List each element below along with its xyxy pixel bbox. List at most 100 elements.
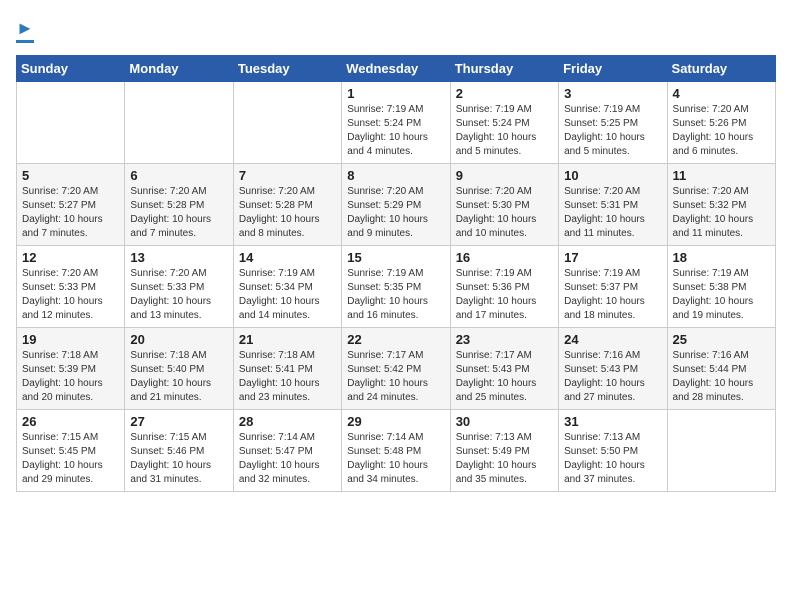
day-cell: 25Sunrise: 7:16 AMSunset: 5:44 PMDayligh… [667,328,775,410]
cell-text: Sunrise: 7:13 AMSunset: 5:50 PMDaylight:… [564,431,661,487]
day-number: 5 [22,168,119,183]
cell-text: Sunrise: 7:16 AMSunset: 5:43 PMDaylight:… [564,349,661,405]
day-cell: 17 Sunrise: 7:19 AMSunset: 5:37 PMDayligh… [559,246,667,328]
day-number: 13 [130,250,227,265]
cell-text: Sunrise: 7:19 AMSunset: 5:37 PMDaylight:… [564,267,661,323]
day-cell: 27Sunrise: 7:15 AMSunset: 5:46 PMDayligh… [125,410,233,492]
day-cell: 4 Sunrise: 7:20 AMSunset: 5:26 PMDaylight… [667,82,775,164]
day-number: 3 [564,86,661,101]
day-cell: 14 Sunrise: 7:19 AMSunset: 5:34 PMDayligh… [233,246,341,328]
day-cell: 6 Sunrise: 7:20 AMSunset: 5:28 PMDaylight… [125,164,233,246]
header: ► [16,16,776,43]
day-cell: 29 Sunrise: 7:14 AMSunset: 5:48 PMDayligh… [342,410,450,492]
day-number: 17 [564,250,661,265]
day-cell [125,82,233,164]
day-number: 6 [130,168,227,183]
cell-text: Sunrise: 7:13 AMSunset: 5:49 PMDaylight:… [456,431,553,487]
week-row-1: 1 Sunrise: 7:19 AMSunset: 5:24 PMDaylight… [17,82,776,164]
day-number: 18 [673,250,770,265]
week-row-5: 26 Sunrise: 7:15 AMSunset: 5:45 PMDayligh… [17,410,776,492]
day-number: 19 [22,332,119,347]
day-cell: 5 Sunrise: 7:20 AMSunset: 5:27 PMDaylight… [17,164,125,246]
day-number: 20 [130,332,227,347]
cell-text: Sunrise: 7:19 AMSunset: 5:24 PMDaylight:… [456,103,553,159]
day-cell: 31 Sunrise: 7:13 AMSunset: 5:50 PMDayligh… [559,410,667,492]
day-cell: 28Sunrise: 7:14 AMSunset: 5:47 PMDayligh… [233,410,341,492]
day-number: 28 [239,414,336,429]
day-cell: 3 Sunrise: 7:19 AMSunset: 5:25 PMDaylight… [559,82,667,164]
weekday-header-sunday: Sunday [17,56,125,82]
day-cell: 8 Sunrise: 7:20 AMSunset: 5:29 PMDaylight… [342,164,450,246]
week-row-3: 12Sunrise: 7:20 AMSunset: 5:33 PMDayligh… [17,246,776,328]
cell-text: Sunrise: 7:17 AMSunset: 5:43 PMDaylight:… [456,349,553,405]
day-cell: 19 Sunrise: 7:18 AMSunset: 5:39 PMDayligh… [17,328,125,410]
day-cell [17,82,125,164]
cell-text: Sunrise: 7:20 AMSunset: 5:30 PMDaylight:… [456,185,553,241]
day-number: 23 [456,332,553,347]
cell-text: Sunrise: 7:19 AMSunset: 5:38 PMDaylight:… [673,267,770,323]
logo-icon: ► [16,18,34,38]
day-number: 16 [456,250,553,265]
day-cell: 26 Sunrise: 7:15 AMSunset: 5:45 PMDayligh… [17,410,125,492]
weekday-header-friday: Friday [559,56,667,82]
weekday-header-saturday: Saturday [667,56,775,82]
logo-underline [16,40,34,43]
cell-text: Sunrise: 7:20 AMSunset: 5:31 PMDaylight:… [564,185,661,241]
cell-text: Sunrise: 7:20 AMSunset: 5:33 PMDaylight:… [130,267,227,323]
cell-text: Sunrise: 7:19 AMSunset: 5:25 PMDaylight:… [564,103,661,159]
day-number: 10 [564,168,661,183]
cell-text: Sunrise: 7:14 AMSunset: 5:48 PMDaylight:… [347,431,444,487]
day-number: 24 [564,332,661,347]
day-cell: 2 Sunrise: 7:19 AMSunset: 5:24 PMDaylight… [450,82,558,164]
day-cell: 9 Sunrise: 7:20 AMSunset: 5:30 PMDaylight… [450,164,558,246]
day-number: 27 [130,414,227,429]
day-cell [233,82,341,164]
cell-text: Sunrise: 7:20 AMSunset: 5:26 PMDaylight:… [673,103,770,159]
day-cell: 18 Sunrise: 7:19 AMSunset: 5:38 PMDayligh… [667,246,775,328]
day-number: 22 [347,332,444,347]
cell-text: Sunrise: 7:20 AMSunset: 5:33 PMDaylight:… [22,267,119,323]
cell-text: Sunrise: 7:20 AMSunset: 5:28 PMDaylight:… [239,185,336,241]
cell-text: Sunrise: 7:18 AMSunset: 5:41 PMDaylight:… [239,349,336,405]
day-cell: 23 Sunrise: 7:17 AMSunset: 5:43 PMDayligh… [450,328,558,410]
day-number: 14 [239,250,336,265]
week-row-2: 5 Sunrise: 7:20 AMSunset: 5:27 PMDaylight… [17,164,776,246]
day-cell [667,410,775,492]
day-number: 25 [673,332,770,347]
day-number: 9 [456,168,553,183]
weekday-header-thursday: Thursday [450,56,558,82]
cell-text: Sunrise: 7:20 AMSunset: 5:32 PMDaylight:… [673,185,770,241]
logo: ► [16,16,34,43]
cell-text: Sunrise: 7:19 AMSunset: 5:34 PMDaylight:… [239,267,336,323]
day-number: 30 [456,414,553,429]
week-row-4: 19 Sunrise: 7:18 AMSunset: 5:39 PMDayligh… [17,328,776,410]
day-cell: 7 Sunrise: 7:20 AMSunset: 5:28 PMDaylight… [233,164,341,246]
day-number: 15 [347,250,444,265]
weekday-header-wednesday: Wednesday [342,56,450,82]
day-cell: 10 Sunrise: 7:20 AMSunset: 5:31 PMDayligh… [559,164,667,246]
day-cell: 15Sunrise: 7:19 AMSunset: 5:35 PMDayligh… [342,246,450,328]
day-number: 4 [673,86,770,101]
calendar: SundayMondayTuesdayWednesdayThursdayFrid… [16,55,776,492]
cell-text: Sunrise: 7:20 AMSunset: 5:27 PMDaylight:… [22,185,119,241]
weekday-header-tuesday: Tuesday [233,56,341,82]
day-cell: 12Sunrise: 7:20 AMSunset: 5:33 PMDayligh… [17,246,125,328]
day-number: 7 [239,168,336,183]
cell-text: Sunrise: 7:19 AMSunset: 5:36 PMDaylight:… [456,267,553,323]
day-number: 21 [239,332,336,347]
day-cell: 11 Sunrise: 7:20 AMSunset: 5:32 PMDayligh… [667,164,775,246]
day-number: 29 [347,414,444,429]
day-cell: 13 Sunrise: 7:20 AMSunset: 5:33 PMDayligh… [125,246,233,328]
day-cell: 1Sunrise: 7:19 AMSunset: 5:24 PMDaylight… [342,82,450,164]
cell-text: Sunrise: 7:15 AMSunset: 5:45 PMDaylight:… [22,431,119,487]
weekday-header-monday: Monday [125,56,233,82]
day-number: 8 [347,168,444,183]
cell-text: Sunrise: 7:20 AMSunset: 5:28 PMDaylight:… [130,185,227,241]
day-number: 2 [456,86,553,101]
cell-text: Sunrise: 7:20 AMSunset: 5:29 PMDaylight:… [347,185,444,241]
day-number: 31 [564,414,661,429]
day-number: 11 [673,168,770,183]
day-number: 26 [22,414,119,429]
day-number: 1 [347,86,444,101]
cell-text: Sunrise: 7:18 AMSunset: 5:39 PMDaylight:… [22,349,119,405]
